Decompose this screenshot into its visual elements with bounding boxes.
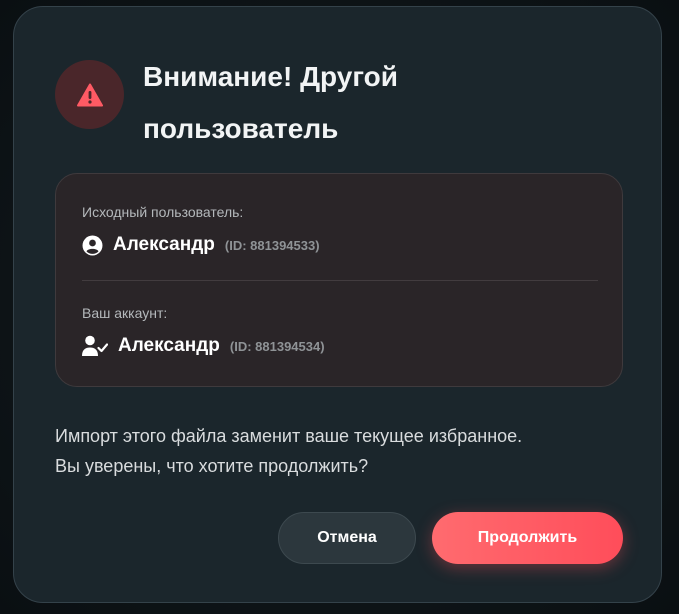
your-account-row: Александр (ID: 881394534) xyxy=(82,334,325,358)
source-user-row: Александр (ID: 881394533) xyxy=(82,233,320,257)
source-user-caption: Исходный пользователь: xyxy=(82,204,244,220)
accounts-card: Исходный пользователь: Александр (ID: 88… xyxy=(55,173,623,387)
your-account-caption: Ваш аккаунт: xyxy=(82,305,168,321)
cancel-button[interactable]: Отмена xyxy=(278,512,416,564)
your-account-id: (ID: 881394534) xyxy=(229,338,325,354)
user-check-icon xyxy=(82,335,108,356)
source-user-id: (ID: 881394533) xyxy=(224,237,320,253)
message-line-2: Вы уверены, что хотите продолжить? xyxy=(55,456,369,476)
continue-button[interactable]: Продолжить xyxy=(432,512,623,564)
your-account-name: Александр xyxy=(118,335,220,356)
import-warning-dialog: Внимание! Другой пользователь Исходный п… xyxy=(13,6,662,603)
warning-badge xyxy=(55,60,124,129)
warning-triangle-icon xyxy=(76,83,103,106)
dialog-title: Внимание! Другой пользователь xyxy=(143,61,398,144)
confirmation-message: Импорт этого файла заменит ваше текущее … xyxy=(55,421,635,481)
message-line-1: Импорт этого файла заменит ваше текущее … xyxy=(55,426,523,446)
card-divider xyxy=(82,280,598,281)
user-circle-icon xyxy=(82,235,103,255)
source-user-name: Александр xyxy=(113,234,215,255)
